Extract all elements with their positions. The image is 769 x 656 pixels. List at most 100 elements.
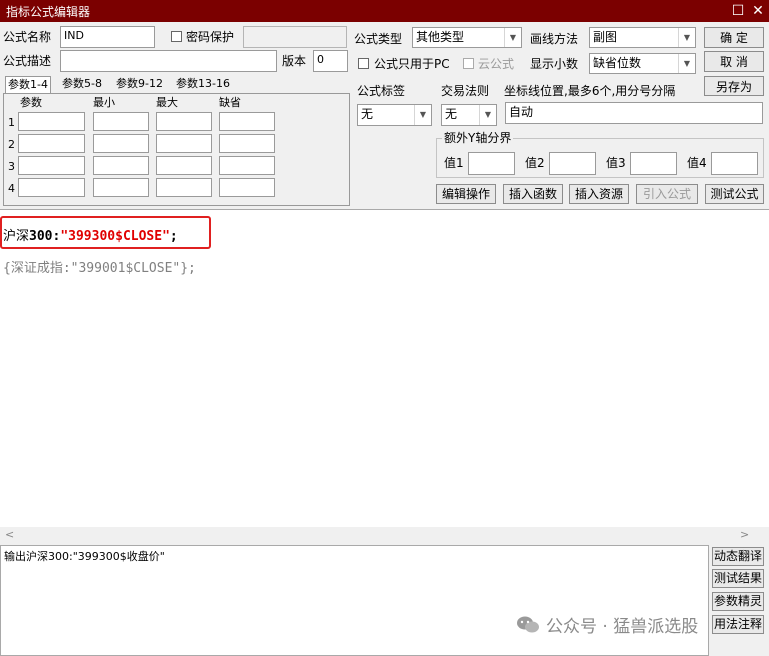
output-panel: 输出沪深300:"399300$收盘价"	[0, 545, 709, 656]
param-2-name-input[interactable]	[18, 134, 85, 153]
param-1-max-input[interactable]	[156, 112, 212, 131]
scroll-right-icon[interactable]: >	[740, 528, 749, 541]
restore-icon[interactable]: ☐	[727, 0, 749, 22]
yaxis-value1-label: 值1	[444, 156, 464, 170]
test-result-button[interactable]: 测试结果	[712, 569, 764, 588]
formula-type-select[interactable]: 其他类型 ▼	[412, 27, 522, 48]
yaxis-group-title: 额外Y轴分界	[442, 130, 514, 146]
cancel-button[interactable]: 取 消	[704, 51, 764, 72]
test-formula-button[interactable]: 测试公式	[705, 184, 764, 204]
code-var-name: 沪深	[3, 229, 30, 244]
param-3-default-input[interactable]	[219, 156, 275, 175]
code-semicolon: ;	[169, 229, 178, 244]
usage-notes-button[interactable]: 用法注释	[712, 615, 764, 634]
param-row-index: 1	[8, 116, 15, 129]
save-as-button[interactable]: 另存为	[704, 76, 764, 96]
cloud-label: 云公式	[478, 57, 515, 71]
decimal-select[interactable]: 缺省位数 ▼	[589, 53, 696, 74]
edit-operation-button[interactable]: 编辑操作	[436, 184, 496, 204]
param-wizard-button[interactable]: 参数精灵	[712, 592, 764, 611]
scroll-left-icon[interactable]: <	[5, 528, 14, 541]
code-string: "399300$CLOSE"	[60, 229, 170, 244]
chevron-down-icon: ▼	[678, 28, 695, 47]
param-3-name-input[interactable]	[18, 156, 85, 175]
tab-params-9-12[interactable]: 参数9-12	[114, 76, 165, 94]
param-2-default-input[interactable]	[219, 134, 275, 153]
pc-only-label: 公式只用于PC	[374, 57, 450, 71]
password-input[interactable]	[243, 26, 347, 48]
chevron-down-icon: ▼	[678, 54, 695, 73]
output-text: 输出沪深300:"399300$收盘价"	[4, 550, 165, 563]
draw-method-value: 副图	[593, 30, 618, 44]
draw-method-label: 画线方法	[530, 32, 579, 46]
param-1-name-input[interactable]	[18, 112, 85, 131]
yaxis-value3-input[interactable]	[630, 152, 677, 175]
param-4-default-input[interactable]	[219, 178, 275, 197]
param-3-max-input[interactable]	[156, 156, 212, 175]
chevron-down-icon: ▼	[479, 105, 496, 125]
window-title: 指标公式编辑器	[6, 5, 91, 19]
coord-input[interactable]: 自动	[505, 102, 763, 124]
code-var-num: 300	[29, 229, 53, 244]
param-header-default: 缺省	[219, 96, 241, 109]
param-4-max-input[interactable]	[156, 178, 212, 197]
password-label: 密码保护	[186, 30, 235, 44]
yaxis-value2-input[interactable]	[549, 152, 596, 175]
watermark-text: 公众号 · 猛兽派选股	[546, 617, 699, 637]
trade-rule-value: 无	[445, 107, 458, 121]
param-2-min-input[interactable]	[93, 134, 149, 153]
param-header-name: 参数	[20, 96, 42, 109]
version-label: 版本	[282, 54, 307, 68]
yaxis-value4-label: 值4	[687, 156, 707, 170]
formula-type-value: 其他类型	[416, 30, 465, 44]
trade-rule-label: 交易法则	[441, 84, 490, 98]
password-checkbox[interactable]	[171, 31, 182, 42]
yaxis-value3-label: 值3	[606, 156, 626, 170]
version-input[interactable]: 0	[313, 50, 348, 72]
wechat-icon	[517, 616, 539, 632]
formula-tag-label: 公式标签	[357, 84, 406, 98]
param-1-default-input[interactable]	[219, 112, 275, 131]
param-header-min: 最小	[93, 96, 115, 109]
pc-only-checkbox[interactable]	[358, 58, 369, 69]
tab-params-1-4[interactable]: 参数1-4	[5, 76, 51, 94]
formula-desc-input[interactable]	[60, 50, 277, 72]
ok-button[interactable]: 确 定	[704, 27, 764, 48]
param-4-min-input[interactable]	[93, 178, 149, 197]
insert-function-button[interactable]: 插入函数	[503, 184, 563, 204]
param-4-name-input[interactable]	[18, 178, 85, 197]
draw-method-select[interactable]: 副图 ▼	[589, 27, 696, 48]
chevron-down-icon: ▼	[414, 105, 431, 125]
decimal-value: 缺省位数	[593, 56, 642, 70]
param-header-max: 最大	[156, 96, 178, 109]
title-bar: 指标公式编辑器 ☐ ✕	[0, 0, 769, 22]
tab-params-5-8[interactable]: 参数5-8	[60, 76, 104, 94]
param-row-index: 4	[8, 182, 15, 195]
insert-resource-button[interactable]: 插入资源	[569, 184, 629, 204]
trade-rule-select[interactable]: 无 ▼	[441, 104, 497, 126]
code-line-1[interactable]: 沪深300:"399300$CLOSE";	[3, 225, 178, 244]
tab-params-13-16[interactable]: 参数13-16	[174, 76, 232, 94]
param-2-max-input[interactable]	[156, 134, 212, 153]
yaxis-value4-input[interactable]	[711, 152, 758, 175]
coord-label: 坐标线位置,最多6个,用分号分隔	[504, 84, 676, 98]
param-3-min-input[interactable]	[93, 156, 149, 175]
watermark: 公众号 · 猛兽派选股	[516, 612, 698, 637]
formula-tag-value: 无	[361, 107, 374, 121]
param-row-index: 3	[8, 160, 15, 173]
formula-name-input[interactable]: IND	[60, 26, 155, 48]
formula-desc-label: 公式描述	[3, 54, 52, 68]
decimal-label: 显示小数	[530, 57, 579, 71]
cloud-checkbox	[463, 58, 474, 69]
param-row-index: 2	[8, 138, 15, 151]
code-line-2-comment[interactable]: {深证成指:"399001$CLOSE"};	[3, 257, 196, 276]
formula-tag-select[interactable]: 无 ▼	[357, 104, 432, 126]
yaxis-value2-label: 值2	[525, 156, 545, 170]
param-1-min-input[interactable]	[93, 112, 149, 131]
formula-type-label: 公式类型	[354, 32, 403, 46]
dynamic-translate-button[interactable]: 动态翻译	[712, 547, 764, 566]
yaxis-value1-input[interactable]	[468, 152, 515, 175]
import-formula-button: 引入公式	[636, 184, 698, 204]
close-icon[interactable]: ✕	[747, 0, 769, 22]
horizontal-scrollbar[interactable]: < >	[0, 527, 769, 543]
